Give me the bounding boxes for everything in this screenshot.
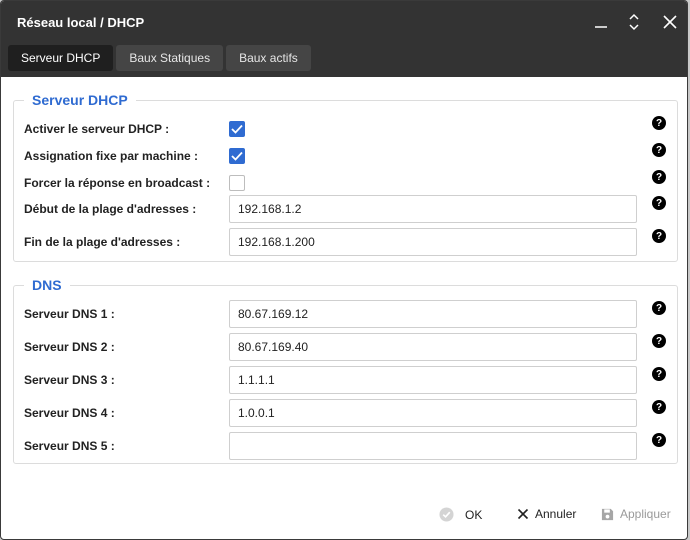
dns-2-label: Serveur DNS 2 : [24, 340, 115, 354]
check-circle-icon [439, 507, 454, 522]
save-icon [601, 508, 614, 520]
dns-5-input[interactable] [229, 432, 637, 460]
maximize-button[interactable] [623, 11, 645, 33]
dns-1-label: Serveur DNS 1 : [24, 307, 115, 321]
range-start-label: Début de la plage d'adresses : [24, 202, 197, 216]
dialog-footer: OK Annuler Appliquer [1, 495, 687, 539]
dhcp-legend: Serveur DHCP [24, 92, 136, 108]
help-icon[interactable]: ? [652, 301, 666, 315]
dns-row: Serveur DNS 5 : [14, 432, 677, 460]
help-icon[interactable]: ? [652, 334, 666, 348]
cancel-button[interactable]: Annuler [517, 507, 576, 521]
close-icon [517, 508, 529, 520]
check-icon [231, 124, 243, 134]
cancel-label: Annuler [535, 507, 577, 521]
dns-row: Serveur DNS 4 : [14, 399, 677, 427]
enable-dhcp-row: Activer le serveur DHCP : [14, 115, 677, 143]
dns-row: Serveur DNS 3 : [14, 366, 677, 394]
range-end-input[interactable] [229, 228, 637, 256]
dns-row: Serveur DNS 2 : [14, 333, 677, 361]
help-icon[interactable]: ? [652, 229, 666, 243]
close-button[interactable] [659, 11, 681, 33]
dns-2-input[interactable] [229, 333, 637, 361]
dns-1-input[interactable] [229, 300, 637, 328]
dhcp-fieldset: Serveur DHCP Activer le serveur DHCP : ?… [13, 92, 678, 262]
help-icon[interactable]: ? [652, 367, 666, 381]
ok-label: OK [465, 507, 483, 522]
tab-baux-actifs[interactable]: Baux actifs [226, 45, 311, 71]
help-icon[interactable]: ? [652, 143, 666, 157]
range-end-row: Fin de la plage d'adresses : [14, 228, 677, 256]
dns-3-input[interactable] [229, 366, 637, 394]
range-end-label: Fin de la plage d'adresses : [24, 235, 181, 249]
dialog-content: Serveur DHCP Activer le serveur DHCP : ?… [1, 77, 687, 539]
dns-4-label: Serveur DNS 4 : [24, 406, 115, 420]
minimize-icon [595, 26, 607, 28]
dhcp-dialog: Réseau local / DHCP Serveur DHCP Baux St… [0, 0, 688, 540]
enable-dhcp-label: Activer le serveur DHCP : [24, 122, 170, 136]
dns-4-input[interactable] [229, 399, 637, 427]
tab-serveur-dhcp[interactable]: Serveur DHCP [8, 45, 114, 71]
help-icon[interactable]: ? [652, 196, 666, 210]
range-start-input[interactable] [229, 195, 637, 223]
help-icon[interactable]: ? [652, 170, 666, 184]
broadcast-checkbox[interactable] [229, 175, 245, 191]
tab-baux-statiques[interactable]: Baux Statiques [116, 45, 224, 71]
apply-button[interactable]: Appliquer [601, 507, 671, 521]
fixed-assignment-label: Assignation fixe par machine : [24, 149, 199, 163]
minimize-button[interactable] [590, 11, 612, 33]
enable-dhcp-checkbox[interactable] [229, 121, 245, 137]
range-start-row: Début de la plage d'adresses : [14, 195, 677, 223]
dns-fieldset: DNS Serveur DNS 1 : ? Serveur DNS 2 : ? … [13, 277, 678, 464]
close-icon [663, 15, 677, 29]
dns-row: Serveur DNS 1 : [14, 300, 677, 328]
broadcast-row: Forcer la réponse en broadcast : [14, 169, 677, 197]
expand-chevrons-icon [629, 13, 639, 31]
tab-bar: Serveur DHCP Baux Statiques Baux actifs [8, 45, 311, 71]
help-icon[interactable]: ? [652, 400, 666, 414]
help-icon[interactable]: ? [652, 116, 666, 130]
title-bar[interactable]: Réseau local / DHCP Serveur DHCP Baux St… [1, 1, 687, 77]
check-icon [231, 151, 243, 161]
dialog-title: Réseau local / DHCP [17, 15, 145, 30]
apply-label: Appliquer [620, 507, 671, 521]
ok-button[interactable]: OK [439, 507, 482, 522]
fixed-assignment-checkbox[interactable] [229, 148, 245, 164]
dns-3-label: Serveur DNS 3 : [24, 373, 115, 387]
fixed-assignment-row: Assignation fixe par machine : [14, 142, 677, 170]
broadcast-label: Forcer la réponse en broadcast : [24, 176, 211, 190]
dns-5-label: Serveur DNS 5 : [24, 439, 115, 453]
dns-legend: DNS [24, 277, 70, 293]
help-icon[interactable]: ? [652, 433, 666, 447]
